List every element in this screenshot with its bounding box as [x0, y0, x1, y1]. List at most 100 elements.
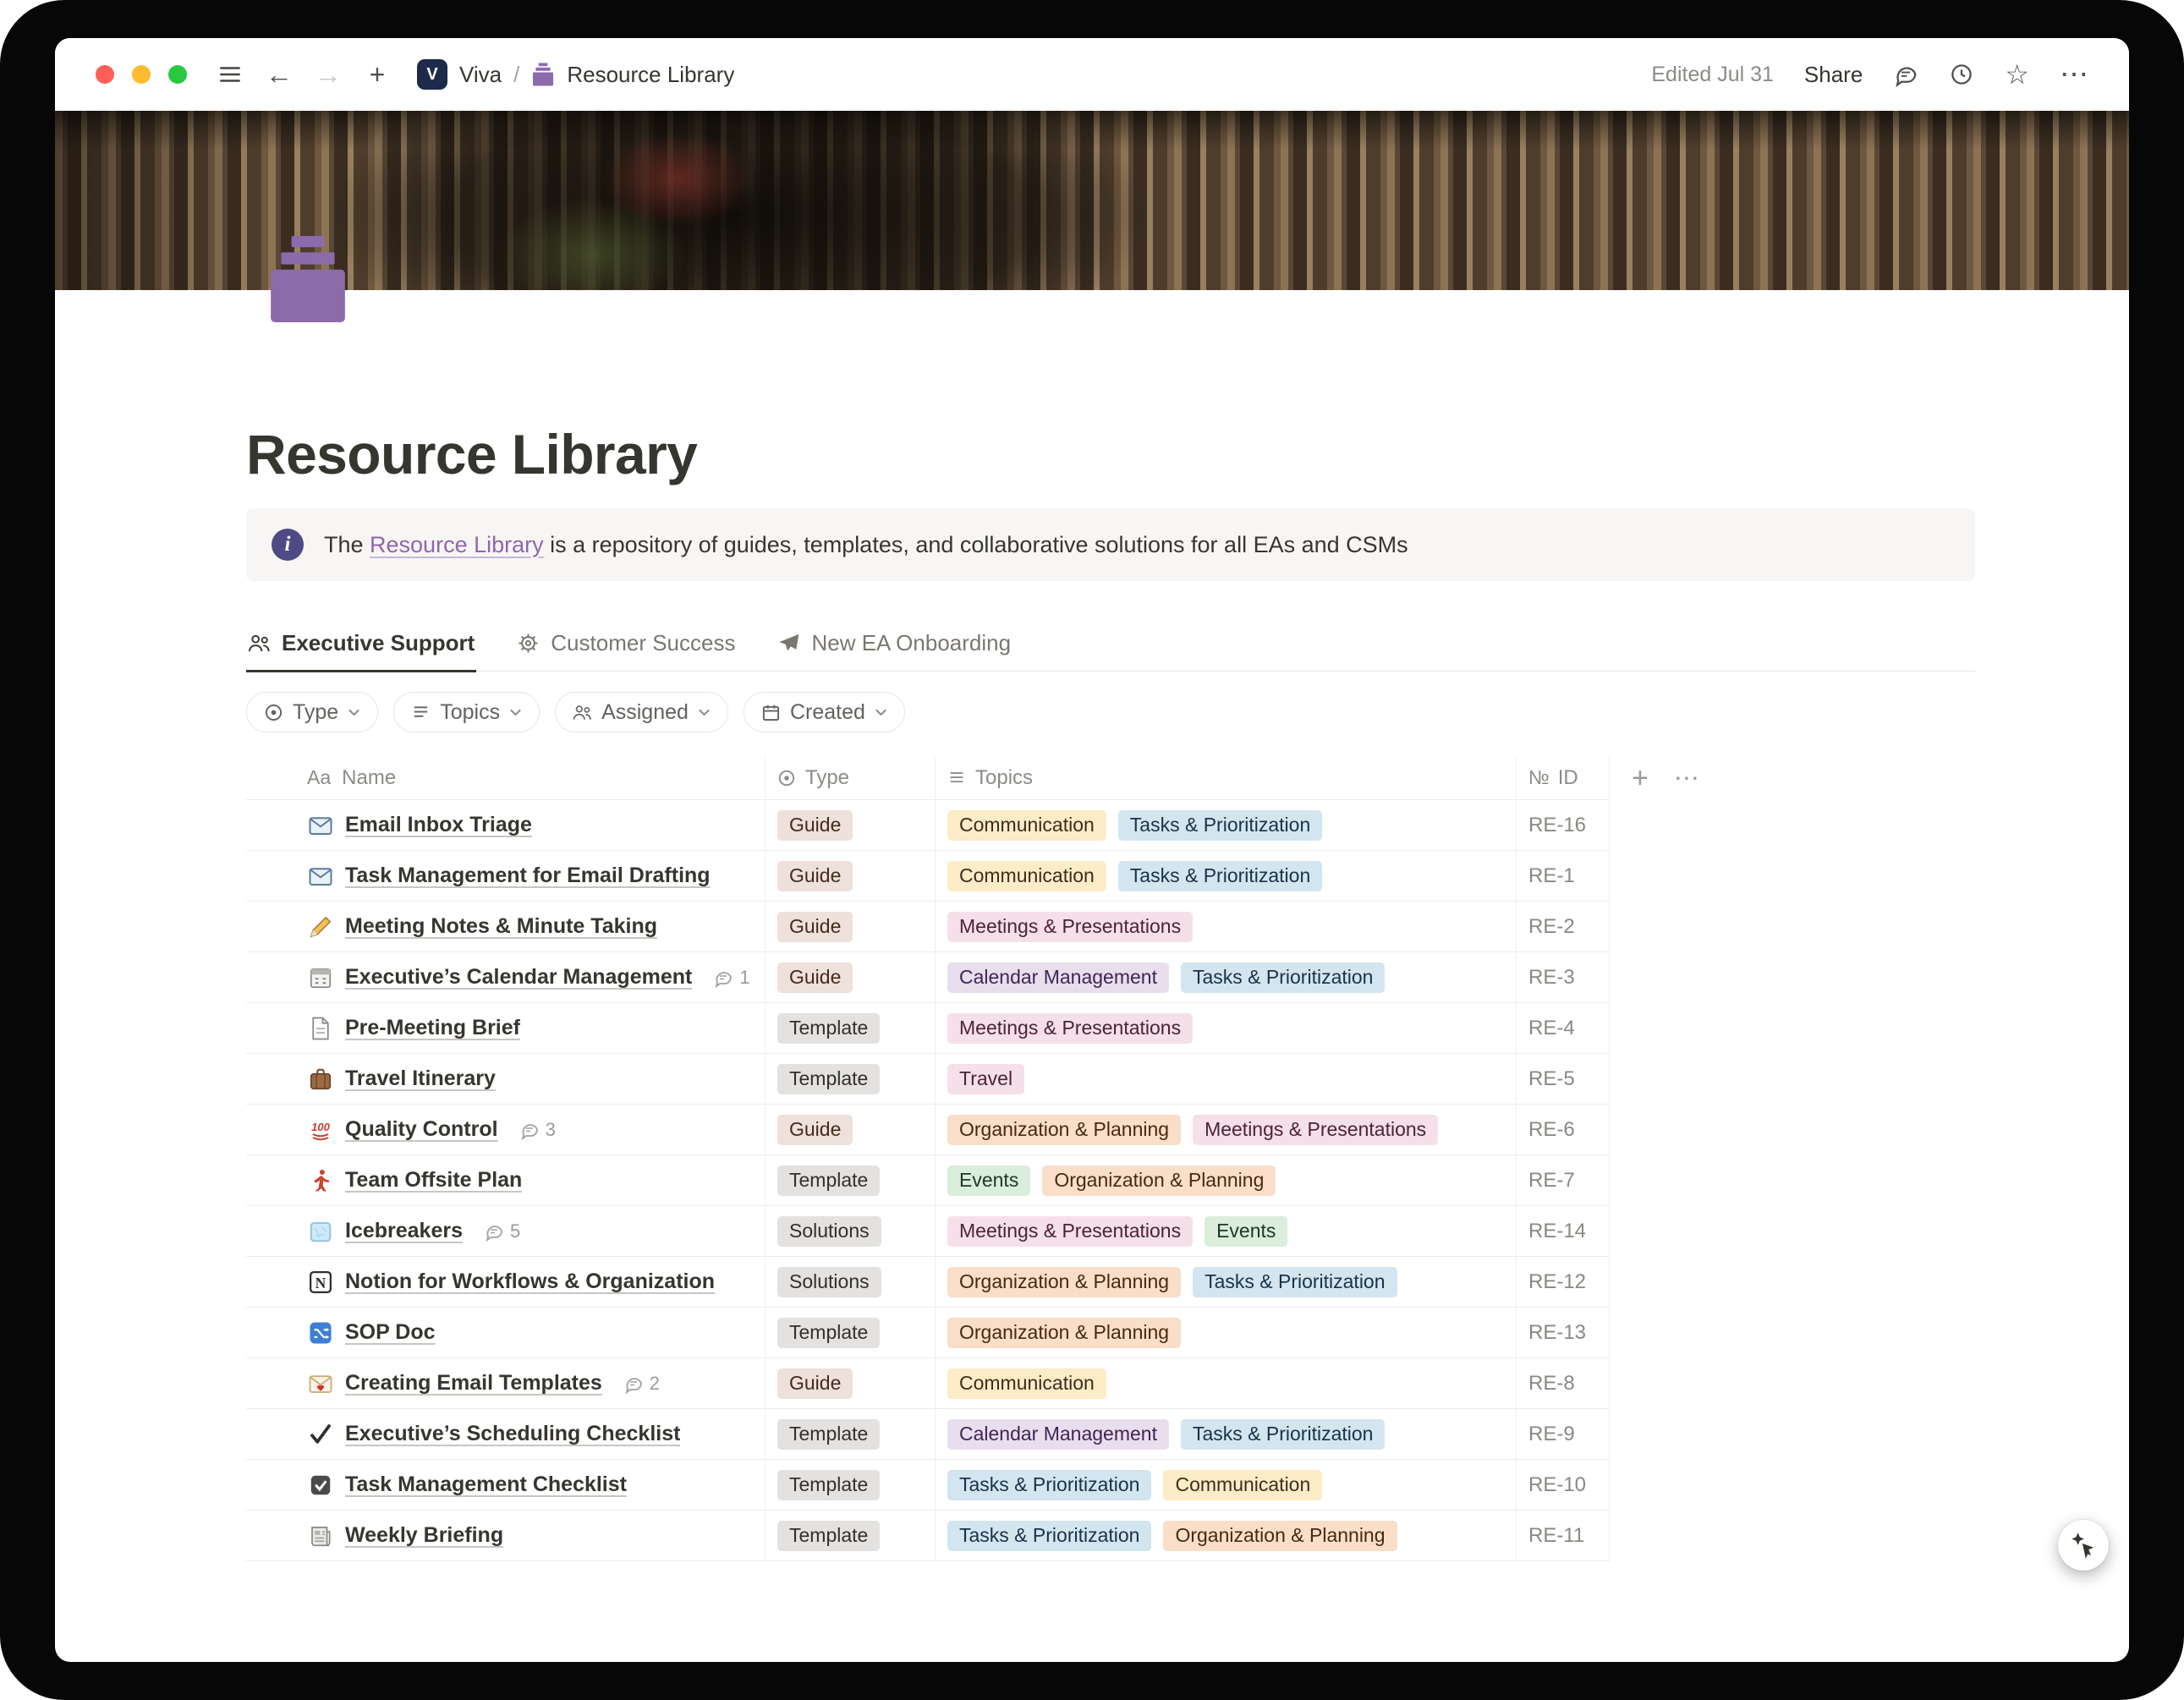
row-id-cell[interactable]: RE-16 [1517, 800, 1610, 850]
row-topics-cell[interactable]: Meetings & PresentationsEvents [936, 1206, 1517, 1256]
row-name-cell[interactable]: Creating Email Templates 2 [246, 1358, 765, 1408]
row-topics-cell[interactable]: CommunicationTasks & Prioritization [936, 851, 1517, 901]
row-title[interactable]: Task Management for Email Drafting [345, 864, 711, 888]
row-id-cell[interactable]: RE-7 [1517, 1155, 1610, 1205]
row-title[interactable]: Icebreakers [345, 1219, 463, 1243]
row-name-cell[interactable]: Task Management for Email Drafting [246, 851, 765, 901]
row-name-cell[interactable]: Meeting Notes & Minute Taking [246, 902, 765, 951]
row-type-cell[interactable]: Solutions [765, 1257, 936, 1307]
row-id-cell[interactable]: RE-14 [1517, 1206, 1610, 1256]
row-title[interactable]: Weekly Briefing [345, 1523, 503, 1548]
row-name-cell[interactable]: Travel Itinerary [246, 1054, 765, 1104]
header-id[interactable]: № ID [1517, 756, 1610, 799]
sidebar-toggle-button[interactable] [216, 62, 244, 87]
row-title[interactable]: SOP Doc [345, 1320, 436, 1345]
comment-badge[interactable]: 1 [713, 967, 749, 989]
row-type-cell[interactable]: Template [765, 1003, 936, 1053]
row-title[interactable]: Quality Control [345, 1117, 498, 1142]
row-type-cell[interactable]: Template [765, 1460, 936, 1510]
row-title[interactable]: Task Management Checklist [345, 1472, 627, 1497]
tab-new-ea-onboarding[interactable]: New EA Onboarding [776, 623, 1012, 672]
row-title[interactable]: Meeting Notes & Minute Taking [345, 914, 657, 939]
row-id-cell[interactable]: RE-10 [1517, 1460, 1610, 1510]
filter-topics[interactable]: Topics [393, 692, 540, 732]
row-title[interactable]: Pre-Meeting Brief [345, 1016, 520, 1040]
minimize-window-button[interactable] [132, 65, 151, 84]
row-id-cell[interactable]: RE-2 [1517, 902, 1610, 951]
row-name-cell[interactable]: Icebreakers 5 [246, 1206, 765, 1256]
forward-button[interactable]: → [314, 61, 343, 88]
row-name-cell[interactable]: Team Offsite Plan [246, 1155, 765, 1205]
row-topics-cell[interactable]: Tasks & PrioritizationOrganization & Pla… [936, 1511, 1517, 1560]
row-id-cell[interactable]: RE-5 [1517, 1054, 1610, 1104]
row-name-cell[interactable]: Executive’s Calendar Management 1 [246, 952, 765, 1002]
zoom-window-button[interactable] [168, 65, 187, 84]
header-name[interactable]: Aa Name [246, 756, 765, 799]
add-column-button[interactable]: + [1632, 764, 1649, 792]
row-topics-cell[interactable]: Communication [936, 1358, 1517, 1408]
row-topics-cell[interactable]: Travel [936, 1054, 1517, 1104]
tab-customer-success[interactable]: Customer Success [515, 623, 737, 672]
row-title[interactable]: Executive’s Scheduling Checklist [345, 1422, 680, 1446]
tab-executive-support[interactable]: Executive Support [246, 623, 476, 672]
row-type-cell[interactable]: Guide [765, 952, 936, 1002]
row-id-cell[interactable]: RE-12 [1517, 1257, 1610, 1307]
row-name-cell[interactable]: Weekly Briefing [246, 1511, 765, 1560]
row-id-cell[interactable]: RE-11 [1517, 1511, 1610, 1560]
row-name-cell[interactable]: NNotion for Workflows & Organization [246, 1257, 765, 1307]
row-topics-cell[interactable]: Meetings & Presentations [936, 902, 1517, 951]
filter-assigned[interactable]: Assigned [555, 692, 728, 732]
row-name-cell[interactable]: SOP Doc [246, 1308, 765, 1357]
row-title[interactable]: Creating Email Templates [345, 1371, 602, 1396]
row-name-cell[interactable]: Email Inbox Triage [246, 800, 765, 850]
row-type-cell[interactable]: Guide [765, 1105, 936, 1154]
row-id-cell[interactable]: RE-13 [1517, 1308, 1610, 1357]
row-type-cell[interactable]: Template [765, 1308, 936, 1357]
comment-badge[interactable]: 5 [484, 1220, 520, 1242]
row-title[interactable]: Notion for Workflows & Organization [345, 1270, 715, 1294]
resource-library-link[interactable]: Resource Library [370, 532, 544, 557]
close-window-button[interactable] [96, 65, 114, 84]
row-topics-cell[interactable]: Organization & PlanningMeetings & Presen… [936, 1105, 1517, 1154]
row-type-cell[interactable]: Solutions [765, 1206, 936, 1256]
row-type-cell[interactable]: Guide [765, 851, 936, 901]
row-type-cell[interactable]: Template [765, 1155, 936, 1205]
row-topics-cell[interactable]: Organization & PlanningTasks & Prioritiz… [936, 1257, 1517, 1307]
header-type[interactable]: Type [765, 756, 936, 799]
row-title[interactable]: Email Inbox Triage [345, 813, 532, 837]
new-tab-button[interactable]: + [363, 61, 392, 88]
row-type-cell[interactable]: Template [765, 1054, 936, 1104]
row-id-cell[interactable]: RE-1 [1517, 851, 1610, 901]
table-options-button[interactable]: ⋯ [1674, 764, 1701, 793]
row-topics-cell[interactable]: Organization & Planning [936, 1308, 1517, 1357]
filter-type[interactable]: Type [246, 692, 378, 732]
history-button[interactable] [1949, 62, 1974, 87]
page-icon-archive[interactable] [265, 236, 351, 322]
back-button[interactable]: ← [265, 61, 294, 88]
row-title[interactable]: Travel Itinerary [345, 1067, 496, 1091]
row-title[interactable]: Team Offsite Plan [345, 1168, 522, 1193]
comments-button[interactable] [1893, 62, 1918, 87]
row-id-cell[interactable]: RE-9 [1517, 1409, 1610, 1459]
row-id-cell[interactable]: RE-6 [1517, 1105, 1610, 1154]
row-type-cell[interactable]: Guide [765, 902, 936, 951]
row-name-cell[interactable]: Pre-Meeting Brief [246, 1003, 765, 1053]
row-type-cell[interactable]: Guide [765, 1358, 936, 1408]
row-id-cell[interactable]: RE-4 [1517, 1003, 1610, 1053]
row-topics-cell[interactable]: Tasks & PrioritizationCommunication [936, 1460, 1517, 1510]
row-topics-cell[interactable]: Meetings & Presentations [936, 1003, 1517, 1053]
row-type-cell[interactable]: Template [765, 1511, 936, 1560]
favorite-button[interactable]: ☆ [2005, 58, 2029, 90]
share-button[interactable]: Share [1804, 62, 1863, 88]
row-type-cell[interactable]: Template [765, 1409, 936, 1459]
row-topics-cell[interactable]: EventsOrganization & Planning [936, 1155, 1517, 1205]
row-name-cell[interactable]: Task Management Checklist [246, 1460, 765, 1510]
workspace-icon[interactable]: V [417, 59, 447, 90]
row-topics-cell[interactable]: CommunicationTasks & Prioritization [936, 800, 1517, 850]
filter-created[interactable]: Created [744, 692, 905, 732]
row-type-cell[interactable]: Guide [765, 800, 936, 850]
row-title[interactable]: Executive’s Calendar Management [345, 965, 692, 990]
comment-badge[interactable]: 3 [519, 1119, 556, 1141]
breadcrumb-page[interactable]: Resource Library [567, 62, 734, 88]
comment-badge[interactable]: 2 [623, 1373, 660, 1395]
